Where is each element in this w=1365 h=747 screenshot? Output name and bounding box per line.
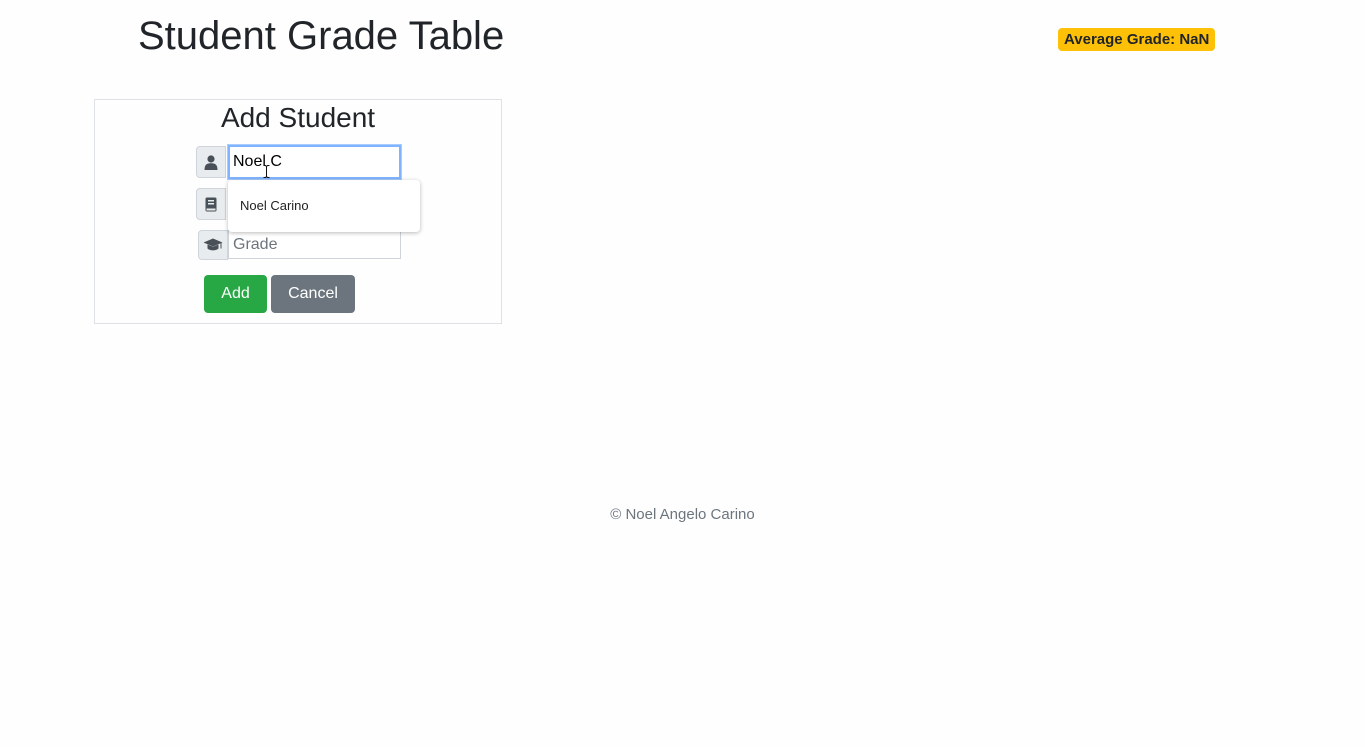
add-button[interactable]: Add [204, 275, 267, 313]
grade-input[interactable] [228, 230, 401, 259]
average-grade-badge: Average Grade: NaN [1058, 28, 1216, 51]
user-icon [196, 146, 226, 178]
footer-copyright: © Noel Angelo Carino [610, 506, 755, 523]
page-title: Student Grade Table [138, 14, 505, 58]
student-name-input[interactable] [228, 145, 401, 179]
cancel-button[interactable]: Cancel [271, 275, 355, 313]
form-title: Add Student [220, 102, 376, 133]
book-icon [196, 188, 226, 220]
autocomplete-dropdown: Noel Carino [228, 180, 420, 232]
graduation-cap-icon [198, 230, 228, 260]
autocomplete-suggestion[interactable]: Noel Carino [240, 198, 309, 213]
text-cursor-icon [263, 165, 270, 178]
